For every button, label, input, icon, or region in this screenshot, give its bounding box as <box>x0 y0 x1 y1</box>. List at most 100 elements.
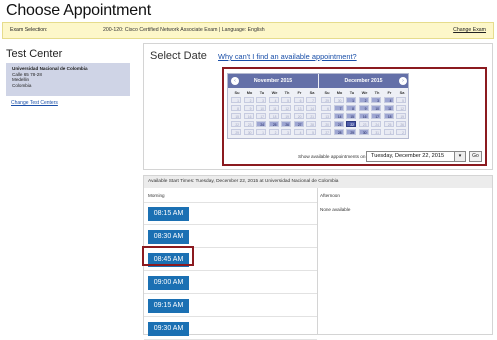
calendar-day: 22 <box>231 121 241 127</box>
weekday-label: Fr <box>297 90 302 95</box>
calendar-day: 10 <box>256 105 266 111</box>
weekday-label: Sa <box>309 90 315 95</box>
slot-row-divider <box>144 270 317 271</box>
weekday-label: Mo <box>246 90 253 95</box>
slot-row-divider <box>144 316 317 317</box>
calendar-day[interactable]: 1 <box>346 97 356 103</box>
exam-selection-bar: Exam Selection: 200-120: Cisco Certified… <box>2 22 494 39</box>
time-slot-button[interactable]: 09:00 AM <box>148 276 189 290</box>
weekday-label: Su <box>234 90 240 95</box>
morning-label: Morning <box>148 193 165 198</box>
calendar-day[interactable]: 3 <box>371 97 381 103</box>
change-test-centers-link[interactable]: Change Test Centers <box>11 100 58 106</box>
time-slot-button[interactable]: 09:30 AM <box>148 322 189 336</box>
afternoon-label: Afternoon <box>320 193 340 198</box>
calendar-day[interactable]: 25 <box>268 121 279 127</box>
calendar-day: 1 <box>231 97 241 103</box>
calendar-day: 25 <box>383 121 394 127</box>
calendar-day[interactable]: 11 <box>383 105 394 111</box>
slot-row-divider <box>144 293 317 294</box>
calendar-day: 4 <box>293 129 304 135</box>
column-divider <box>317 188 318 335</box>
calendar-day[interactable]: 17 <box>371 113 381 119</box>
calendar-day: 6 <box>293 97 304 103</box>
calendar-day[interactable]: 4 <box>383 97 394 103</box>
calendar-day: 5 <box>396 97 406 103</box>
calendar-day[interactable]: 27 <box>293 121 304 127</box>
calendar-day: 1 <box>256 129 266 135</box>
calendar-day: 29 <box>321 97 331 103</box>
calendar-day: 4 <box>268 97 279 103</box>
date-select[interactable]: Tuesday, December 22, 2015 ▾ <box>366 151 466 162</box>
available-times-header: Available Start Times: Tuesday, December… <box>144 176 492 188</box>
calendar-day: 3 <box>281 129 291 135</box>
calendar-day: 20 <box>293 113 304 119</box>
weekday-label: Tu <box>259 90 265 95</box>
weekday-label: We <box>271 90 278 95</box>
calendar-day: 30 <box>333 97 344 103</box>
calendar-day[interactable]: 15 <box>346 113 356 119</box>
calendar-day[interactable]: 26 <box>281 121 291 127</box>
calendar-day[interactable]: 2 <box>358 97 369 103</box>
calendar-day: 15 <box>231 113 241 119</box>
calendar-day: 23 <box>358 121 369 127</box>
calendar-day[interactable]: 8 <box>346 105 356 111</box>
time-slot-button[interactable]: 09:15 AM <box>148 299 189 313</box>
calendar-day[interactable]: 21 <box>333 121 344 127</box>
month-name: November 2015 <box>253 78 293 84</box>
test-center-title: Test Center <box>6 48 63 60</box>
weekday-label: We <box>361 90 368 95</box>
calendar-day: 31 <box>371 129 381 135</box>
page-title: Choose Appointment <box>6 2 151 19</box>
prev-month-icon[interactable]: ‹ <box>231 77 239 85</box>
month-header-december: December 2015 <box>319 74 408 88</box>
chevron-down-icon[interactable]: ▾ <box>454 152 465 161</box>
calendar-day[interactable]: 14 <box>333 113 344 119</box>
why-no-appointment-link[interactable]: Why can't I find an available appointmen… <box>218 52 357 61</box>
calendar-day-selected[interactable]: 22 <box>346 121 356 127</box>
calendar-day: 13 <box>293 105 304 111</box>
date-select-value: Tuesday, December 22, 2015 <box>371 153 445 159</box>
calendar-day: 2 <box>243 97 254 103</box>
calendar-day: 7 <box>306 97 316 103</box>
calendar-day: 24 <box>371 121 381 127</box>
calendar-day[interactable]: 7 <box>333 105 344 111</box>
next-month-icon[interactable]: › <box>399 77 407 85</box>
calendar-day: 3 <box>256 97 266 103</box>
calendar-day[interactable]: 18 <box>383 113 394 119</box>
calendar-day: 19 <box>281 113 291 119</box>
exam-selection-label: Exam Selection: <box>10 27 48 33</box>
time-slot-button[interactable]: 08:15 AM <box>148 207 189 221</box>
calendar-day: 11 <box>268 105 279 111</box>
time-slot-button[interactable]: 08:30 AM <box>148 230 189 244</box>
calendar-day: 29 <box>231 129 241 135</box>
afternoon-none-available: None available <box>320 207 351 212</box>
slot-row-divider <box>144 224 317 225</box>
calendar-day[interactable]: 10 <box>371 105 381 111</box>
weekday-label: Su <box>324 90 330 95</box>
weekday-label: Th <box>284 90 290 95</box>
month-name: December 2015 <box>344 78 383 84</box>
slot-row-divider <box>144 202 317 203</box>
calendar-day[interactable]: 28 <box>333 129 344 135</box>
calendar-day[interactable]: 30 <box>358 129 369 135</box>
select-date-title: Select Date <box>150 50 207 62</box>
weekday-label: Th <box>374 90 380 95</box>
calendar-day[interactable]: 24 <box>256 121 266 127</box>
calendar-day[interactable]: 16 <box>358 113 369 119</box>
address-line: Colombia <box>12 82 32 88</box>
calendar-day[interactable]: 9 <box>358 105 369 111</box>
calendar-day: 1 <box>383 129 394 135</box>
show-appointments-label: Show available appointments on <box>298 154 366 159</box>
month-header-november: November 2015 <box>228 74 318 88</box>
calendar-day: 8 <box>231 105 241 111</box>
weekday-label: Sa <box>399 90 405 95</box>
go-button[interactable]: Go <box>469 151 482 162</box>
calendar-day: 17 <box>256 113 266 119</box>
change-exam-link[interactable]: Change Exam <box>453 23 486 38</box>
calendar-day: 21 <box>306 113 316 119</box>
calendar-day[interactable]: 29 <box>346 129 356 135</box>
calendar-day: 12 <box>396 105 406 111</box>
calendar-day: 2 <box>268 129 279 135</box>
calendar-day: 13 <box>321 113 331 119</box>
